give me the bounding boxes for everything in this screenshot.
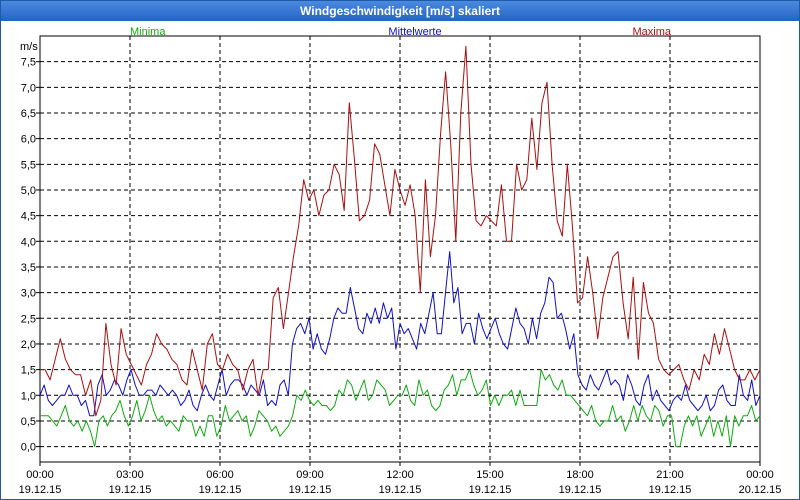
x-tick-time: 03:00 xyxy=(116,469,144,481)
legend-minima: Minima xyxy=(130,26,166,38)
x-tick-date: 19.12.15 xyxy=(649,484,692,496)
legend-mittelwerte: Mittelwerte xyxy=(388,26,441,38)
y-tick-label: 6,5 xyxy=(21,108,36,120)
x-tick-date: 19.12.15 xyxy=(109,484,152,496)
y-tick-label: 6,0 xyxy=(21,134,36,146)
y-axis: 0,0 0,5 1,0 1,5 2,0 2,5 3,0 3,5 4,0 4,5 5,0 5,5 6,0 6… xyxy=(21,57,40,454)
y-tick-label: 2,0 xyxy=(21,339,36,351)
x-tick-time: 00:00 xyxy=(26,469,54,481)
y-tick-label: 4,5 xyxy=(21,211,36,223)
x-tick-date: 19.12.15 xyxy=(379,484,422,496)
y-axis-label: m/s xyxy=(20,41,38,53)
y-tick-label: 1,0 xyxy=(21,390,36,402)
y-tick-label: 5,0 xyxy=(21,185,36,197)
x-tick-time: 15:00 xyxy=(476,469,504,481)
x-tick-time: 21:00 xyxy=(656,469,684,481)
x-axis: 00:00 19.12.15 03:00 19.12.15 06:00 19.12.15 0… xyxy=(19,462,782,496)
y-tick-label: 5,5 xyxy=(21,159,36,171)
x-tick-date: 19.12.15 xyxy=(289,484,332,496)
x-tick-time: 06:00 xyxy=(206,469,234,481)
y-tick-label: 4,0 xyxy=(21,236,36,248)
y-tick-label: 2,5 xyxy=(21,313,36,325)
x-tick-date: 19.12.15 xyxy=(559,484,602,496)
y-tick-label: 3,5 xyxy=(21,262,36,274)
legend-maxima: Maxima xyxy=(632,26,671,38)
y-tick-label: 0,0 xyxy=(21,442,36,454)
y-tick-label: 3,0 xyxy=(21,288,36,300)
x-tick-time: 09:00 xyxy=(296,469,324,481)
y-tick-label: 1,5 xyxy=(21,365,36,377)
wind-speed-chart: 0,0 0,5 1,0 1,5 2,0 2,5 3,0 3,5 4,0 4,5 5,0 5,5 6,0 6… xyxy=(19,26,782,496)
x-tick-time: 00:00 xyxy=(746,469,774,481)
x-tick-date: 19.12.15 xyxy=(199,484,242,496)
y-tick-label: 7,5 xyxy=(21,57,36,69)
x-tick-time: 18:00 xyxy=(566,469,594,481)
x-tick-date: 20.12.15 xyxy=(739,484,782,496)
x-tick-date: 19.12.15 xyxy=(19,484,62,496)
y-tick-label: 7,0 xyxy=(21,82,36,94)
y-tick-label: 0,5 xyxy=(21,416,36,428)
x-tick-date: 19.12.15 xyxy=(469,484,512,496)
x-tick-time: 12:00 xyxy=(386,469,414,481)
